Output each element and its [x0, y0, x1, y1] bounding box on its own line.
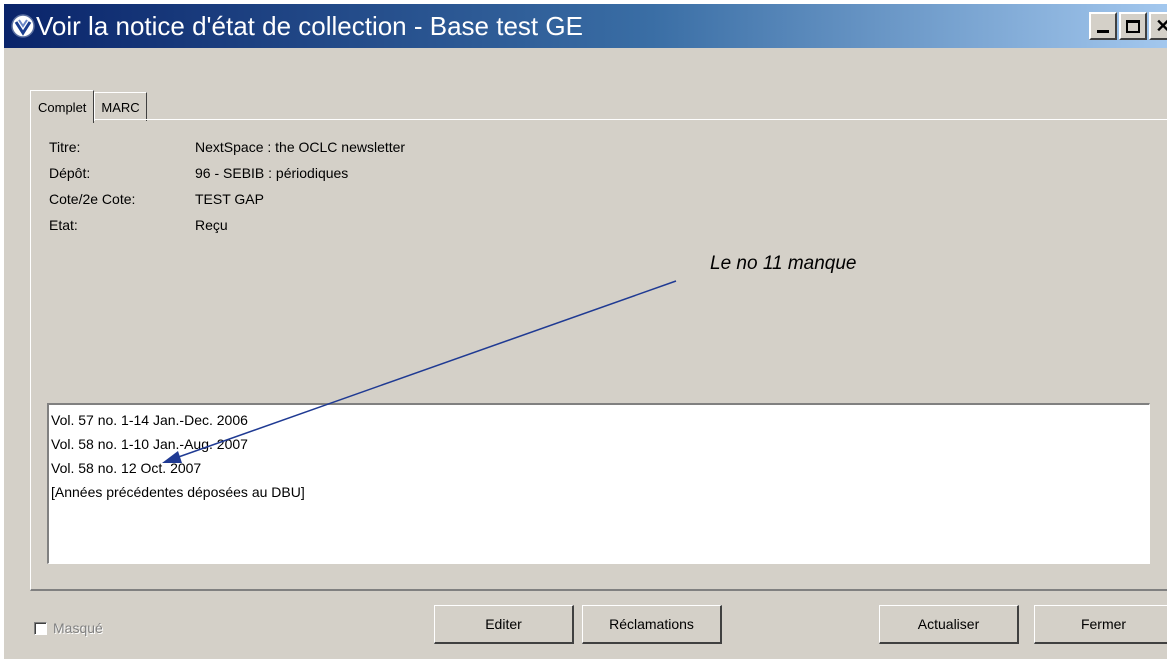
- minimize-button[interactable]: [1089, 12, 1117, 40]
- holdings-line: Vol. 58 no. 12 Oct. 2007: [51, 460, 202, 476]
- holdings-line: Vol. 57 no. 1-14 Jan.-Dec. 2006: [51, 412, 248, 428]
- window-title: Voir la notice d'état de collection - Ba…: [36, 11, 583, 41]
- tab-complet[interactable]: Complet: [30, 90, 95, 123]
- app-logo-icon: [11, 14, 35, 38]
- field-label: Titre:: [49, 139, 81, 155]
- refresh-button[interactable]: Actualiser: [879, 605, 1019, 644]
- field-value: NextSpace : the OCLC newsletter: [195, 139, 406, 155]
- field-label: Cote/2e Cote:: [49, 191, 136, 207]
- masque-checkbox-row[interactable]: Masqué: [34, 620, 103, 636]
- field-value: 96 - SEBIB : périodiques: [195, 165, 349, 181]
- tab-panel-complet: Titre: NextSpace : the OCLC newsletter D…: [30, 119, 1167, 591]
- holdings-line: Vol. 58 no. 1-10 Jan.-Aug. 2007: [51, 436, 248, 452]
- window-controls: ✕: [1089, 12, 1167, 40]
- edit-button[interactable]: Editer: [434, 605, 574, 644]
- title-bar[interactable]: Voir la notice d'état de collection - Ba…: [4, 4, 1167, 48]
- field-label: Etat:: [49, 217, 78, 233]
- field-label: Dépôt:: [49, 165, 91, 181]
- masque-label: Masqué: [53, 620, 103, 636]
- minimize-icon: [1097, 29, 1109, 33]
- tab-strip: Complet MARC: [30, 88, 147, 123]
- holdings-textarea[interactable]: Vol. 57 no. 1-14 Jan.-Dec. 2006 Vol. 58 …: [47, 403, 1150, 564]
- maximize-button[interactable]: [1119, 12, 1147, 40]
- field-value: Reçu: [195, 217, 228, 233]
- claims-button[interactable]: Réclamations: [582, 605, 722, 644]
- maximize-icon: [1126, 19, 1140, 33]
- field-value: TEST GAP: [195, 191, 264, 207]
- close-dialog-button[interactable]: Fermer: [1034, 605, 1167, 644]
- tab-marc[interactable]: MARC: [94, 92, 147, 121]
- annotation-text: Le no 11 manque: [710, 253, 857, 274]
- close-icon: ✕: [1155, 16, 1167, 36]
- masque-checkbox[interactable]: [34, 621, 47, 635]
- close-button[interactable]: ✕: [1149, 12, 1167, 40]
- holdings-line: [Années précédentes déposées au DBU]: [51, 484, 305, 500]
